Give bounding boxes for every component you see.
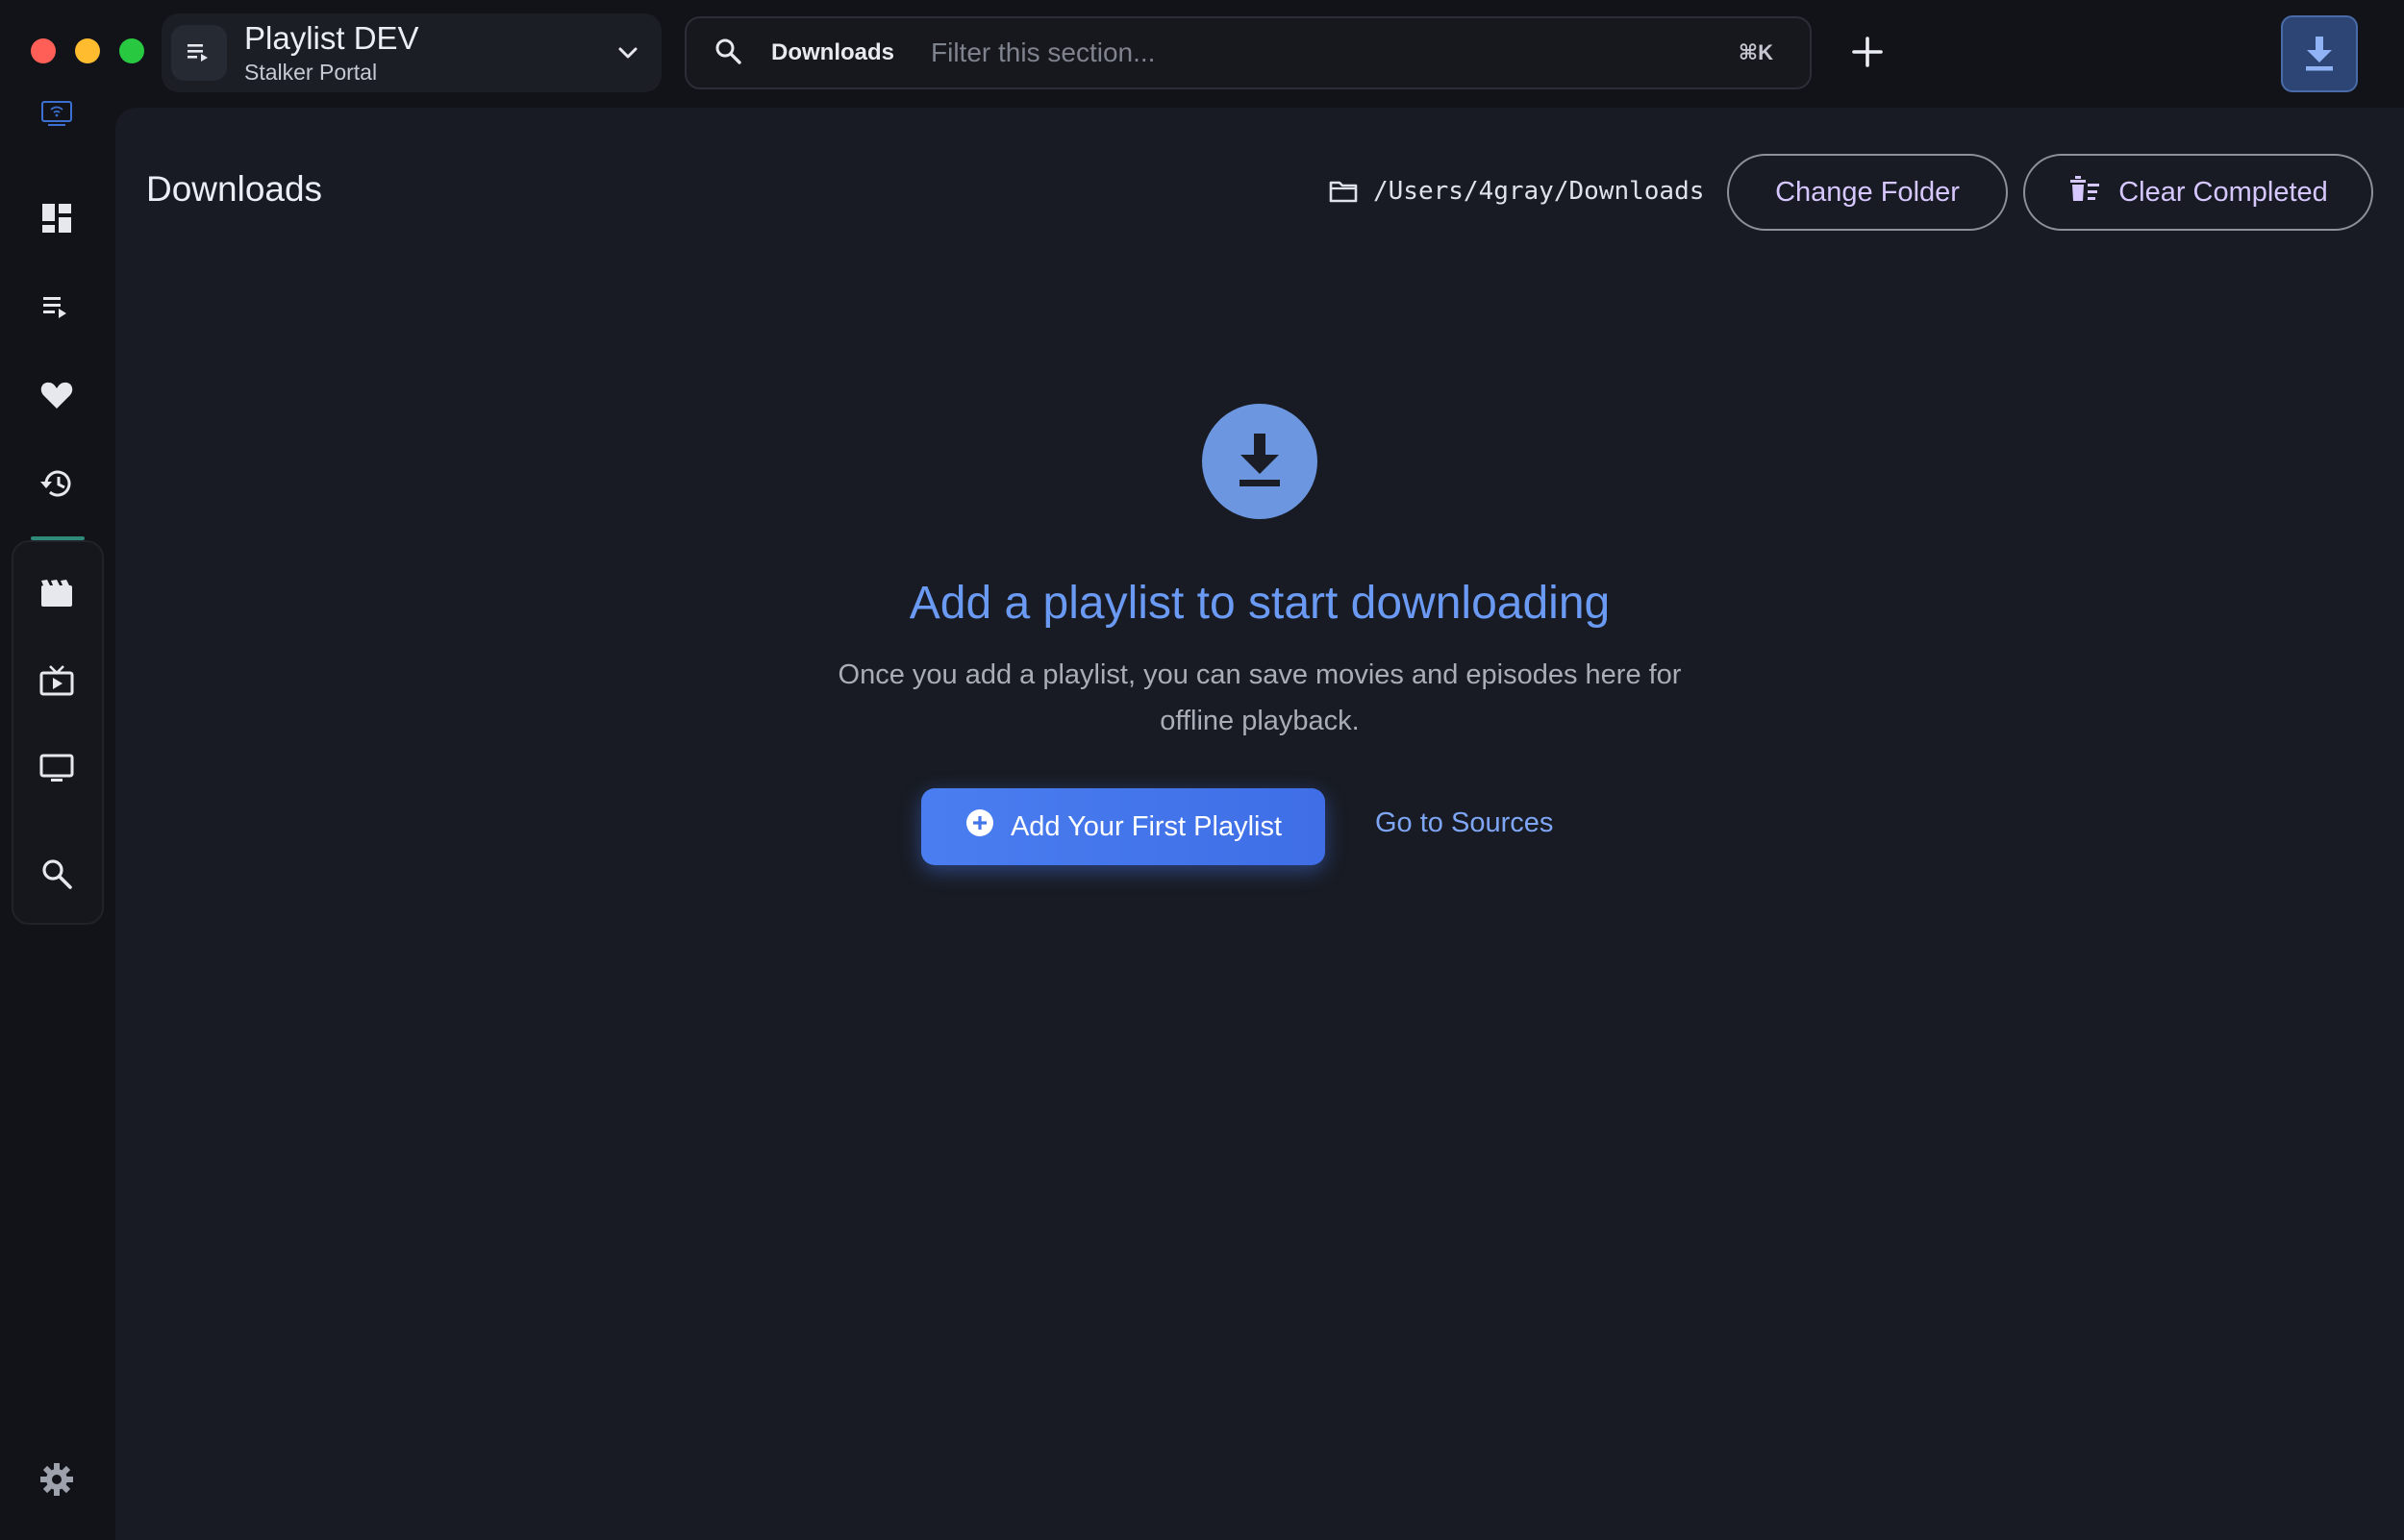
sidebar-item-movies[interactable]: [27, 563, 87, 623]
change-folder-button[interactable]: Change Folder: [1727, 154, 2008, 231]
plus-icon: [1852, 37, 1883, 67]
chevron-down-icon: [615, 40, 640, 70]
window-close-button[interactable]: [31, 38, 56, 63]
sidebar-item-dashboard[interactable]: [27, 188, 87, 248]
sidebar-item-favorites[interactable]: [27, 365, 87, 425]
sidebar-item-series[interactable]: [27, 652, 87, 711]
active-indicator: [31, 536, 85, 540]
playlist-subtitle: Stalker Portal: [244, 60, 378, 85]
history-icon: [40, 470, 71, 497]
settings-icon: [40, 1463, 73, 1496]
sidebar-item-search[interactable]: [27, 844, 87, 904]
sidebar-item-live-tv[interactable]: [27, 738, 87, 798]
clear-completed-label: Clear Completed: [2118, 176, 2328, 208]
add-circle-icon: [964, 807, 995, 846]
playlist-icon: [43, 297, 66, 318]
playlist-switcher[interactable]: Playlist DEV Stalker Portal: [162, 13, 662, 92]
window-minimize-button[interactable]: [75, 38, 100, 63]
app-logo-icon: [40, 98, 73, 132]
search-icon: [714, 37, 742, 70]
live-tv-icon: [39, 754, 74, 782]
sidebar-item-history[interactable]: [27, 454, 87, 513]
downloads-button[interactable]: [2281, 15, 2358, 92]
add-button[interactable]: [1844, 29, 1891, 75]
sidebar-item-playlists[interactable]: [27, 277, 87, 336]
sidebar: [0, 92, 113, 1540]
heart-icon: [40, 382, 73, 409]
clear-all-icon: [2068, 174, 2101, 211]
search-shortcut-hint: ⌘K: [1738, 40, 1773, 64]
playlist-title: Playlist DEV: [244, 20, 419, 56]
section-search-bar[interactable]: Downloads ⌘K: [685, 16, 1812, 89]
add-first-playlist-label: Add Your First Playlist: [1010, 810, 1283, 842]
empty-state-description: Once you add a playlist, you can save mo…: [838, 659, 1682, 736]
dashboard-icon: [42, 204, 71, 233]
search-input[interactable]: [931, 37, 1739, 68]
tv-series-icon: [39, 665, 74, 696]
download-icon: [2306, 37, 2333, 71]
clear-completed-button[interactable]: Clear Completed: [2023, 154, 2373, 231]
window-maximize-button[interactable]: [119, 38, 144, 63]
download-folder-path: /Users/4gray/Downloads: [1329, 177, 1704, 206]
page-title: Downloads: [146, 169, 323, 209]
go-to-sources-link[interactable]: Go to Sources: [1375, 807, 1553, 839]
playlist-icon: [171, 25, 227, 81]
search-scope-label: Downloads: [771, 39, 895, 65]
folder-icon: [1329, 181, 1358, 203]
main-panel: Downloads /Users/4gray/Downloads Change …: [115, 108, 2404, 1540]
search-icon: [42, 859, 72, 889]
folder-path-text: /Users/4gray/Downloads: [1373, 177, 1705, 206]
download-icon: [1202, 404, 1317, 519]
empty-state-title: Add a playlist to start downloading: [909, 578, 1611, 629]
add-first-playlist-button[interactable]: Add Your First Playlist: [921, 788, 1325, 865]
sidebar-item-settings[interactable]: [27, 1450, 87, 1509]
movies-icon: [41, 580, 72, 607]
